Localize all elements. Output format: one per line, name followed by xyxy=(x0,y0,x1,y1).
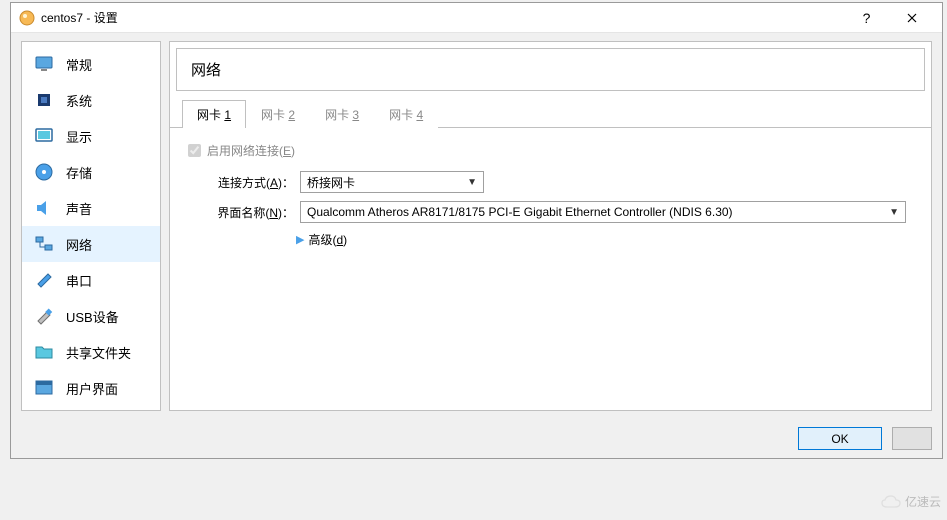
chevron-down-icon: ▼ xyxy=(889,207,899,218)
sidebar-item-shared[interactable]: 共享文件夹 xyxy=(22,334,160,370)
chevron-down-icon: ▼ xyxy=(467,177,477,188)
sidebar-item-label: 网络 xyxy=(66,235,92,254)
dialog-buttons: OK xyxy=(11,419,942,458)
sidebar-item-storage[interactable]: 存储 xyxy=(22,154,160,190)
sidebar-item-serial[interactable]: 串口 xyxy=(22,262,160,298)
sidebar-item-label: 共享文件夹 xyxy=(66,343,131,362)
close-icon xyxy=(907,13,917,23)
folder-icon xyxy=(34,342,54,362)
category-sidebar: 常规 系统 显示 存储 声音 xyxy=(21,41,161,411)
advanced-expander[interactable]: ▶ 高级(d) xyxy=(296,231,913,248)
ok-button[interactable]: OK xyxy=(798,427,882,450)
enable-network-checkbox[interactable]: 启用网络连接(E) xyxy=(188,142,913,159)
app-icon xyxy=(19,10,35,26)
name-label: 界面名称(N)： xyxy=(206,204,294,221)
sidebar-item-label: 用户界面 xyxy=(66,379,118,398)
sidebar-item-system[interactable]: 系统 xyxy=(22,82,160,118)
sidebar-item-label: 声音 xyxy=(66,199,92,218)
settings-content: 网络 网卡 1 网卡 2 网卡 3 网卡 4 启用网络连接(E) 连接方式(A)… xyxy=(169,41,932,411)
sidebar-item-label: 存储 xyxy=(66,163,92,182)
chip-icon xyxy=(34,90,54,110)
attach-label: 连接方式(A)： xyxy=(206,174,294,191)
serial-icon xyxy=(34,270,54,290)
display-icon xyxy=(34,126,54,146)
panel-title: 网络 xyxy=(176,48,925,91)
interface-select-value: Qualcomm Atheros AR8171/8175 PCI-E Gigab… xyxy=(307,205,733,219)
sidebar-item-general[interactable]: 常规 xyxy=(22,46,160,82)
enable-network-input[interactable] xyxy=(188,144,201,157)
sidebar-item-label: 显示 xyxy=(66,127,92,146)
sidebar-item-label: 系统 xyxy=(66,91,92,110)
monitor-icon xyxy=(34,54,54,74)
tab-adapter-2[interactable]: 网卡 2 xyxy=(246,100,310,128)
titlebar: centos7 - 设置 ? xyxy=(11,3,942,33)
sidebar-item-network[interactable]: 网络 xyxy=(22,226,160,262)
attach-select-value: 桥接网卡 xyxy=(307,174,355,191)
speaker-icon xyxy=(34,198,54,218)
tab-adapter-1[interactable]: 网卡 1 xyxy=(182,100,246,128)
interface-select[interactable]: Qualcomm Atheros AR8171/8175 PCI-E Gigab… xyxy=(300,201,906,223)
window-title: centos7 - 设置 xyxy=(41,9,844,26)
sidebar-item-label: 常规 xyxy=(66,55,92,74)
tab-adapter-3[interactable]: 网卡 3 xyxy=(310,100,374,128)
attach-select[interactable]: 桥接网卡 ▼ xyxy=(300,171,484,193)
ui-icon xyxy=(34,378,54,398)
help-button[interactable]: ? xyxy=(844,4,889,32)
usb-icon xyxy=(34,306,54,326)
sidebar-item-label: USB设备 xyxy=(66,307,119,326)
sidebar-item-ui[interactable]: 用户界面 xyxy=(22,370,160,406)
network-icon xyxy=(34,234,54,254)
cancel-button[interactable] xyxy=(892,427,932,450)
triangle-right-icon: ▶ xyxy=(296,233,304,246)
watermark: 亿速云 xyxy=(881,493,941,510)
tab-adapter-4[interactable]: 网卡 4 xyxy=(374,100,438,128)
sidebar-item-label: 串口 xyxy=(66,271,92,290)
sidebar-item-usb[interactable]: USB设备 xyxy=(22,298,160,334)
sidebar-item-audio[interactable]: 声音 xyxy=(22,190,160,226)
close-button[interactable] xyxy=(889,4,934,32)
disk-icon xyxy=(34,162,54,182)
adapter-tabs: 网卡 1 网卡 2 网卡 3 网卡 4 xyxy=(170,99,931,128)
sidebar-item-display[interactable]: 显示 xyxy=(22,118,160,154)
